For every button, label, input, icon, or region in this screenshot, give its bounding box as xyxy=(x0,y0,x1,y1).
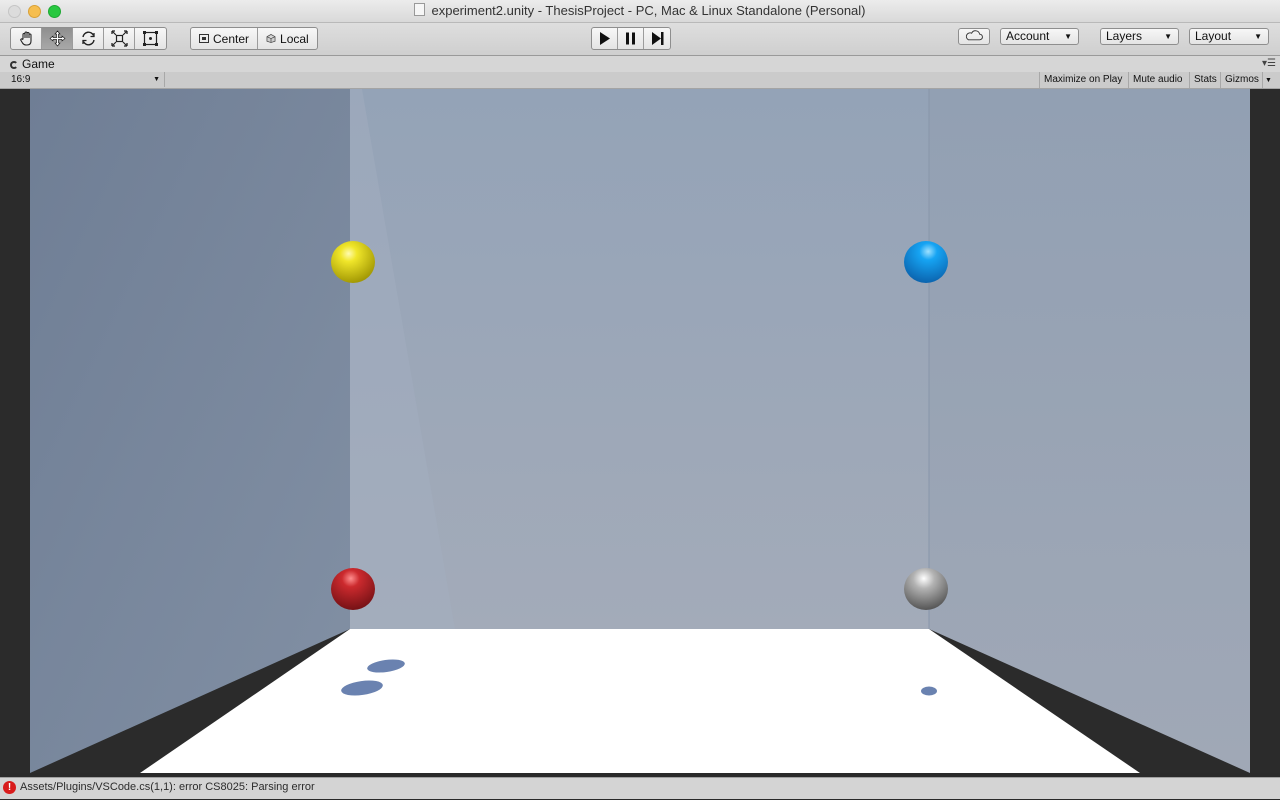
scale-tool-button[interactable] xyxy=(104,28,135,49)
play-button[interactable] xyxy=(592,28,618,49)
hand-tool-button[interactable] xyxy=(11,28,42,49)
pivot-center-label: Center xyxy=(213,31,250,46)
chevron-down-icon: ▼ xyxy=(1164,32,1172,41)
cloud-button[interactable] xyxy=(958,28,990,45)
pivot-local-toggle[interactable]: Local xyxy=(258,28,317,49)
aspect-ratio-label: 16:9 xyxy=(11,74,31,85)
gizmos-label: Gizmos xyxy=(1225,74,1259,85)
scale-icon xyxy=(110,30,128,47)
gray-sphere xyxy=(904,568,948,610)
error-icon: ! xyxy=(3,781,16,794)
gizmos-toggle[interactable]: Gizmos xyxy=(1220,72,1262,88)
chevron-down-icon: ▼ xyxy=(1265,77,1272,84)
game-viewport[interactable] xyxy=(0,89,1280,773)
play-icon xyxy=(600,32,610,45)
step-forward-icon xyxy=(651,32,663,45)
stats-label: Stats xyxy=(1194,74,1217,85)
account-dropdown[interactable]: Account ▼ xyxy=(1000,28,1079,45)
pivot-center-icon xyxy=(199,34,209,43)
maximize-on-play-toggle[interactable]: Maximize on Play xyxy=(1039,72,1128,88)
aspect-ratio-dropdown[interactable]: 16:9 ▼ xyxy=(5,72,165,87)
scene-render xyxy=(0,89,1280,773)
maximize-on-play-label: Maximize on Play xyxy=(1044,74,1123,85)
layers-dropdown[interactable]: Layers ▼ xyxy=(1100,28,1179,45)
pause-button[interactable] xyxy=(618,28,644,49)
sphere-shadow xyxy=(921,686,937,696)
letterbox-left xyxy=(0,89,30,773)
tab-game[interactable]: Game xyxy=(10,56,55,72)
move-arrows-icon xyxy=(49,30,65,47)
pivot-toggles-group: Center Local xyxy=(190,27,318,50)
gizmos-dropdown[interactable]: ▼ xyxy=(1262,72,1274,88)
pivot-center-toggle[interactable]: Center xyxy=(191,28,259,49)
layers-label: Layers xyxy=(1106,29,1143,43)
tab-game-label: Game xyxy=(22,57,55,71)
window-title: experiment2.unity - ThesisProject - PC, … xyxy=(431,3,866,18)
mute-audio-toggle[interactable]: Mute audio xyxy=(1128,72,1189,88)
panel-menu-icon[interactable]: ▾☰ xyxy=(1262,58,1276,69)
account-label: Account xyxy=(1006,29,1050,43)
move-tool-button[interactable] xyxy=(42,28,73,49)
letterbox-right xyxy=(1250,89,1280,773)
title-bar: experiment2.unity - ThesisProject - PC, … xyxy=(0,0,1280,23)
playback-controls-group xyxy=(591,27,671,50)
document-icon xyxy=(414,3,426,16)
stats-toggle[interactable]: Stats xyxy=(1189,72,1220,88)
rotate-icon xyxy=(81,31,95,46)
layout-dropdown[interactable]: Layout ▼ xyxy=(1189,28,1269,45)
pivot-local-label: Local xyxy=(280,31,309,46)
rotate-tool-button[interactable] xyxy=(73,28,104,49)
window-title-area: experiment2.unity - ThesisProject - PC, … xyxy=(0,0,1280,22)
step-button[interactable] xyxy=(644,28,670,49)
game-panel-tab-bar: Game ▾☰ xyxy=(0,56,1280,72)
cloud-icon xyxy=(965,30,983,41)
game-view-controls: 16:9 ▼ Maximize on Play Mute audio Stats… xyxy=(0,72,1280,89)
layout-label: Layout xyxy=(1195,29,1232,43)
chevron-down-icon: ▼ xyxy=(153,76,160,83)
rect-transform-icon xyxy=(143,31,158,46)
yellow-sphere xyxy=(331,241,375,283)
mute-audio-label: Mute audio xyxy=(1133,74,1183,85)
chevron-down-icon: ▼ xyxy=(1254,32,1262,41)
rect-tool-button[interactable] xyxy=(135,28,166,49)
console-status-bar[interactable]: ! Assets/Plugins/VSCode.cs(1,1): error C… xyxy=(0,777,1280,799)
blue-sphere xyxy=(904,241,948,283)
pause-icon xyxy=(626,32,635,45)
chevron-down-icon: ▼ xyxy=(1064,32,1072,41)
local-cube-icon xyxy=(266,34,276,43)
red-sphere xyxy=(331,568,375,610)
game-controller-icon xyxy=(10,61,18,69)
main-toolbar: Center Local Account ▼ Layers ▼ Layout ▼ xyxy=(0,23,1280,56)
transform-tools-group xyxy=(10,27,167,50)
hand-icon xyxy=(19,31,32,46)
status-message: Assets/Plugins/VSCode.cs(1,1): error CS8… xyxy=(20,781,315,793)
